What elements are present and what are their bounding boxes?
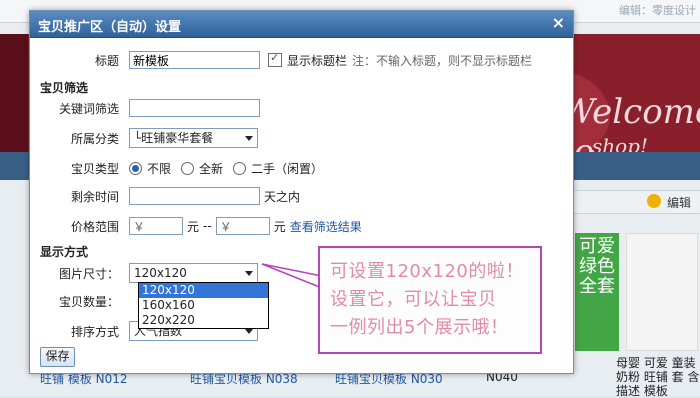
dialog-title: 宝贝推广区（自动）设置 (38, 20, 182, 35)
radio-any[interactable] (129, 162, 142, 175)
edit-top-label[interactable]: 编辑：零度设计 (619, 2, 696, 18)
annotation-callout: 可设置120x120的啦！ 设置它，可以让宝贝 一例列出5个展示哦！ (318, 246, 542, 354)
image-size-label: 图片尺寸： (58, 266, 119, 281)
product-caption[interactable]: 母婴 可爱 童装 奶粉 旺铺 套 含描述 模板 (616, 356, 700, 398)
keyword-row: 关键词筛选 (30, 99, 260, 117)
callout-text: 可设置120x120的啦！ 设置它，可以让宝贝 一例列出5个展示哦！ (330, 258, 524, 342)
radio-new[interactable] (181, 162, 195, 175)
price-min-input[interactable] (129, 217, 183, 235)
item-type-label: 宝贝类型 (70, 162, 119, 176)
save-button[interactable]: 保存 (40, 347, 75, 367)
category-select[interactable]: └旺铺豪华套餐 (129, 128, 258, 148)
edit-label[interactable]: 编辑 (667, 194, 691, 211)
title-note: 注：不输入标题，则不显示标题栏 (352, 53, 533, 68)
remaining-time-input[interactable] (129, 187, 260, 205)
price-range-label: 价格范围 (70, 219, 119, 234)
category-selected: └旺铺豪华套餐 (134, 131, 214, 145)
chevron-down-icon (245, 136, 253, 141)
callout-line: 设置它，可以让宝贝 (330, 289, 497, 310)
dropdown-option[interactable]: 120x120 (139, 283, 268, 298)
view-results-link[interactable]: 查看筛选结果 (290, 218, 362, 235)
sort-label: 排序方式 (70, 324, 119, 339)
filter-section-heading: 宝贝筛选 (40, 81, 89, 95)
show-title-checkbox[interactable] (268, 51, 282, 67)
title-row: 标题 显示标题栏 注：不输入标题，则不显示标题栏 (30, 51, 532, 69)
product-thumbnail[interactable]: 可爱绿色全套 (575, 233, 619, 351)
chevron-down-icon (245, 271, 253, 276)
item-type-row: 宝贝类型 不限 全新 二手（闲置） (30, 160, 333, 177)
title-input[interactable] (129, 51, 260, 69)
product-thumbnail[interactable] (626, 233, 698, 351)
title-label: 标题 (94, 53, 119, 68)
callout-line: 可设置120x120的啦！ (330, 261, 524, 282)
item-count-row: 宝贝数量： (30, 293, 129, 310)
dropdown-option[interactable]: 220x220 (139, 313, 268, 328)
remaining-time-row: 剩余时间 天之内 (30, 187, 300, 205)
image-size-dropdown: 120x120 160x160 220x220 (138, 282, 269, 329)
remaining-time-suffix: 天之内 (264, 189, 301, 204)
thumbnail-text: 可爱绿色全套 (579, 236, 615, 297)
category-row: 所属分类 └旺铺豪华套餐 (30, 128, 258, 148)
radio-new-label: 全新 (199, 162, 224, 176)
callout-pointer (261, 263, 323, 290)
item-count-label: 宝贝数量： (58, 295, 119, 309)
radio-used-label: 二手（闲置） (251, 162, 324, 176)
edit-bar[interactable]: 编辑 (572, 190, 700, 214)
product-caption[interactable]: 旺铺 模板 N012 (40, 372, 150, 386)
display-section-heading: 显示方式 (40, 245, 89, 259)
price-unit-min: 元 (187, 219, 200, 234)
remaining-time-label: 剩余时间 (70, 189, 119, 204)
price-max-input[interactable] (215, 217, 270, 235)
price-unit-max: 元 (273, 219, 286, 234)
banner-left-strip (0, 34, 28, 152)
price-separator: -- (203, 219, 212, 233)
product-caption[interactable]: 旺铺宝贝模板 N038 (190, 372, 310, 386)
radio-used[interactable] (233, 162, 247, 175)
image-size-select[interactable]: 120x120 (129, 263, 258, 283)
show-title-label: 显示标题栏 (287, 53, 348, 68)
keyword-input[interactable] (129, 99, 260, 117)
dropdown-option[interactable]: 160x160 (139, 298, 268, 313)
product-caption[interactable]: 旺铺宝贝模板 N030 (335, 372, 455, 386)
keyword-label: 关键词筛选 (58, 101, 119, 116)
category-label: 所属分类 (70, 131, 119, 146)
gear-icon (647, 194, 661, 208)
price-range-row: 价格范围 元 -- 元 查看筛选结果 (30, 217, 362, 235)
callout-line: 一例列出5个展示哦！ (330, 317, 509, 338)
chevron-down-icon (245, 329, 253, 334)
close-icon[interactable]: × (552, 15, 565, 31)
radio-any-label: 不限 (147, 162, 172, 176)
image-size-row: 图片尺寸： 120x120 (30, 263, 258, 283)
image-size-selected: 120x120 (134, 266, 187, 280)
dialog-header: 宝贝推广区（自动）设置 × (30, 11, 573, 38)
